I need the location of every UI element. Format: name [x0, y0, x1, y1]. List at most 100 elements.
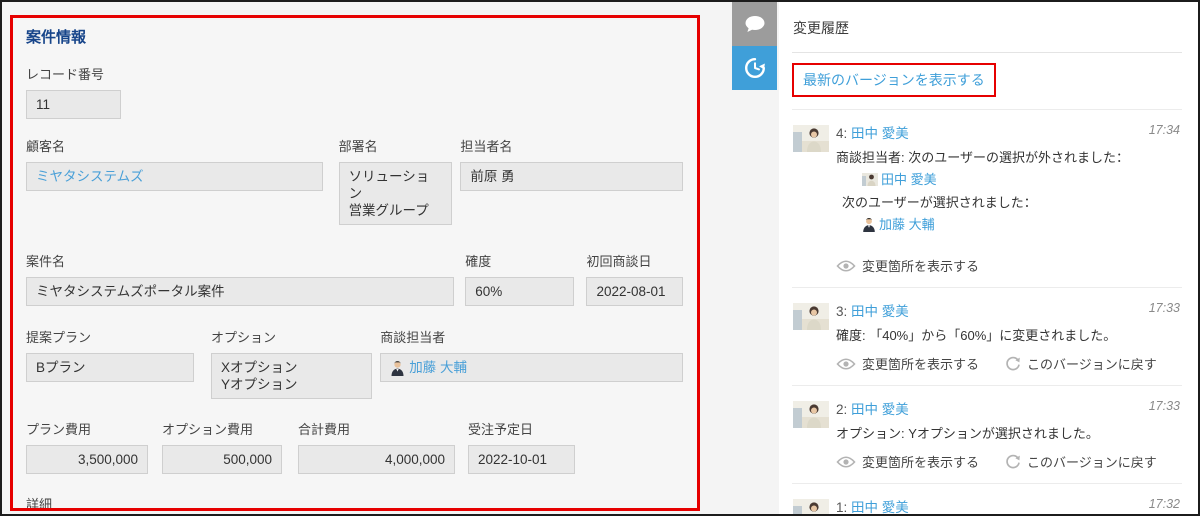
- user-photo-mini-icon: [862, 173, 878, 186]
- field-detail: 詳細 代理店向けポータルの新規導入案件。: [26, 494, 682, 511]
- user-man-icon: [862, 217, 876, 232]
- field-label: レコード番号: [26, 64, 121, 83]
- customer-name-link[interactable]: ミヤタシステムズ: [36, 169, 144, 184]
- field-case-name: 案件名 ミヤタシステムズポータル案件: [26, 251, 454, 306]
- field-label: 部署名: [339, 136, 453, 155]
- field-row-1: レコード番号 11: [26, 64, 683, 119]
- history-panel-title: 変更履歴: [792, 2, 1182, 53]
- negotiator-user-link[interactable]: 加藤 大輔: [409, 359, 467, 376]
- field-value: Bプラン: [26, 353, 194, 382]
- field-value: ソリューション 営業グループ: [339, 162, 453, 225]
- record-panel-title: 案件情報: [26, 24, 683, 47]
- entry-time: 17:32: [1149, 497, 1180, 511]
- field-probability: 確度 60%: [465, 251, 574, 306]
- eye-icon: [836, 358, 856, 370]
- field-option-cost: オプション費用 500,000: [162, 419, 282, 474]
- field-proposed-plan: 提案プラン Bプラン: [26, 327, 194, 382]
- screenshot-frame: 案件情報 レコード番号 11 顧客名 ミヤタシステムズ 部署名 ソリューション …: [0, 0, 1200, 516]
- history-entry-4: 4: 田中 愛美 17:34 商談担当者: 次のユーザーの選択が外されました：: [792, 109, 1182, 288]
- field-label: 受注予定日: [468, 419, 575, 438]
- entry-change-line: 商談担当者: 次のユーザーの選択が外されました：: [836, 148, 1182, 167]
- history-clock-icon: [743, 56, 767, 80]
- removed-user-link[interactable]: 田中 愛美: [881, 170, 937, 189]
- field-owner-name: 担当者名 前原 勇: [460, 136, 683, 191]
- entry-header: 2: 田中 愛美: [836, 398, 1182, 418]
- field-row-5: プラン費用 3,500,000 オプション費用 500,000 合計費用 4,0…: [26, 419, 683, 474]
- field-value: 60%: [465, 277, 574, 306]
- removed-user-mention: 田中 愛美: [862, 170, 1182, 189]
- field-negotiator: 商談担当者 加藤 大輔: [380, 327, 683, 382]
- field-row-6: 詳細 代理店向けポータルの新規導入案件。: [26, 494, 683, 511]
- entry-header: 3: 田中 愛美: [836, 300, 1182, 320]
- user-photo-avatar: [793, 125, 829, 152]
- entry-number: 3:: [836, 304, 847, 319]
- field-value: 2022-10-01: [468, 445, 575, 474]
- entry-time: 17:33: [1149, 301, 1180, 315]
- entry-time: 17:33: [1149, 399, 1180, 413]
- field-plan-cost: プラン費用 3,500,000: [26, 419, 148, 474]
- show-changes-link[interactable]: 変更箇所を表示する: [836, 354, 979, 373]
- entry-actions: 変更箇所を表示する このバージョンに戻す: [836, 452, 1182, 471]
- history-entry-2: 2: 田中 愛美 17:33 オプション: Yオプションが選択されました。 変更…: [792, 386, 1182, 484]
- field-first-meeting-date: 初回商談日 2022-08-01: [586, 251, 683, 306]
- field-total-cost: 合計費用 4,000,000: [298, 419, 455, 474]
- field-label: 確度: [465, 251, 574, 270]
- field-value: 2022-08-01: [586, 277, 683, 306]
- field-label: 案件名: [26, 251, 454, 270]
- field-label: 合計費用: [298, 419, 455, 438]
- entry-header: 1: 田中 愛美: [836, 496, 1182, 514]
- record-detail-panel: 案件情報 レコード番号 11 顧客名 ミヤタシステムズ 部署名 ソリューション …: [10, 15, 700, 511]
- user-photo-avatar: [793, 499, 829, 514]
- field-department: 部署名 ソリューション 営業グループ: [339, 136, 453, 225]
- show-latest-version-link[interactable]: 最新のバージョンを表示する: [792, 63, 996, 97]
- change-history-panel: 変更履歴 最新のバージョンを表示する 4: 田中 愛美 17:34: [779, 2, 1200, 514]
- field-label: 顧客名: [26, 136, 323, 155]
- show-changes-link[interactable]: 変更箇所を表示する: [836, 452, 979, 471]
- entry-number: 4:: [836, 126, 847, 141]
- field-options: オプション Xオプション Yオプション: [211, 327, 372, 399]
- field-customer-name: 顧客名 ミヤタシステムズ: [26, 136, 323, 191]
- entry-actions: 変更箇所を表示する このバージョンに戻す: [836, 354, 1182, 373]
- field-value: 4,000,000: [298, 445, 455, 474]
- tab-comments[interactable]: [732, 2, 777, 46]
- field-record-number: レコード番号 11: [26, 64, 121, 119]
- entry-actions: 変更箇所を表示する: [836, 256, 1182, 275]
- user-photo-avatar: [793, 303, 829, 330]
- field-label: 詳細: [26, 494, 682, 511]
- field-value: 3,500,000: [26, 445, 148, 474]
- latest-version-row: 最新のバージョンを表示する: [792, 53, 1182, 109]
- field-row-4: 提案プラン Bプラン オプション Xオプション Yオプション 商談担当者: [26, 327, 683, 399]
- revert-version-link[interactable]: このバージョンに戻す: [1005, 452, 1157, 471]
- entry-header: 4: 田中 愛美: [836, 122, 1182, 142]
- field-row-2: 顧客名 ミヤタシステムズ 部署名 ソリューション 営業グループ 担当者名 前原 …: [26, 136, 683, 225]
- entry-user-link[interactable]: 田中 愛美: [851, 304, 909, 319]
- field-row-3: 案件名 ミヤタシステムズポータル案件 確度 60% 初回商談日 2022-08-…: [26, 251, 683, 306]
- entry-body: 確度: 「40%」から「60%」に変更されました。: [836, 326, 1182, 345]
- entry-number: 1:: [836, 500, 847, 514]
- entry-change-line: 次のユーザーが選択されました：: [842, 193, 1182, 212]
- refresh-icon: [1005, 454, 1021, 470]
- field-value: 11: [26, 90, 121, 119]
- revert-version-link[interactable]: このバージョンに戻す: [1005, 354, 1157, 373]
- field-label: 担当者名: [460, 136, 683, 155]
- entry-body: 商談担当者: 次のユーザーの選択が外されました： 田中 愛美 次のユーザーが選択…: [836, 148, 1182, 234]
- field-value: Xオプション Yオプション: [211, 353, 372, 399]
- show-changes-link[interactable]: 変更箇所を表示する: [836, 256, 979, 275]
- refresh-icon: [1005, 356, 1021, 372]
- field-label: オプション: [211, 327, 372, 346]
- added-user-link[interactable]: 加藤 大輔: [879, 215, 935, 234]
- entry-time: 17:34: [1149, 123, 1180, 137]
- entry-user-link[interactable]: 田中 愛美: [851, 126, 909, 141]
- entry-user-link[interactable]: 田中 愛美: [851, 402, 909, 417]
- field-label: 初回商談日: [586, 251, 683, 270]
- field-label: 商談担当者: [380, 327, 683, 346]
- comment-bubble-icon: [744, 15, 766, 34]
- tab-change-history[interactable]: [732, 46, 777, 90]
- field-value: ミヤタシステムズポータル案件: [26, 277, 454, 306]
- added-user-mention: 加藤 大輔: [862, 215, 1182, 234]
- history-entry-3: 3: 田中 愛美 17:33 確度: 「40%」から「60%」に変更されました。…: [792, 288, 1182, 386]
- entry-user-link[interactable]: 田中 愛美: [851, 500, 909, 514]
- field-value: 前原 勇: [460, 162, 683, 191]
- field-label: オプション費用: [162, 419, 282, 438]
- history-entry-1: 1: 田中 愛美 17:32 レコードが作成されました。 最初のバージョンを表示…: [792, 484, 1182, 514]
